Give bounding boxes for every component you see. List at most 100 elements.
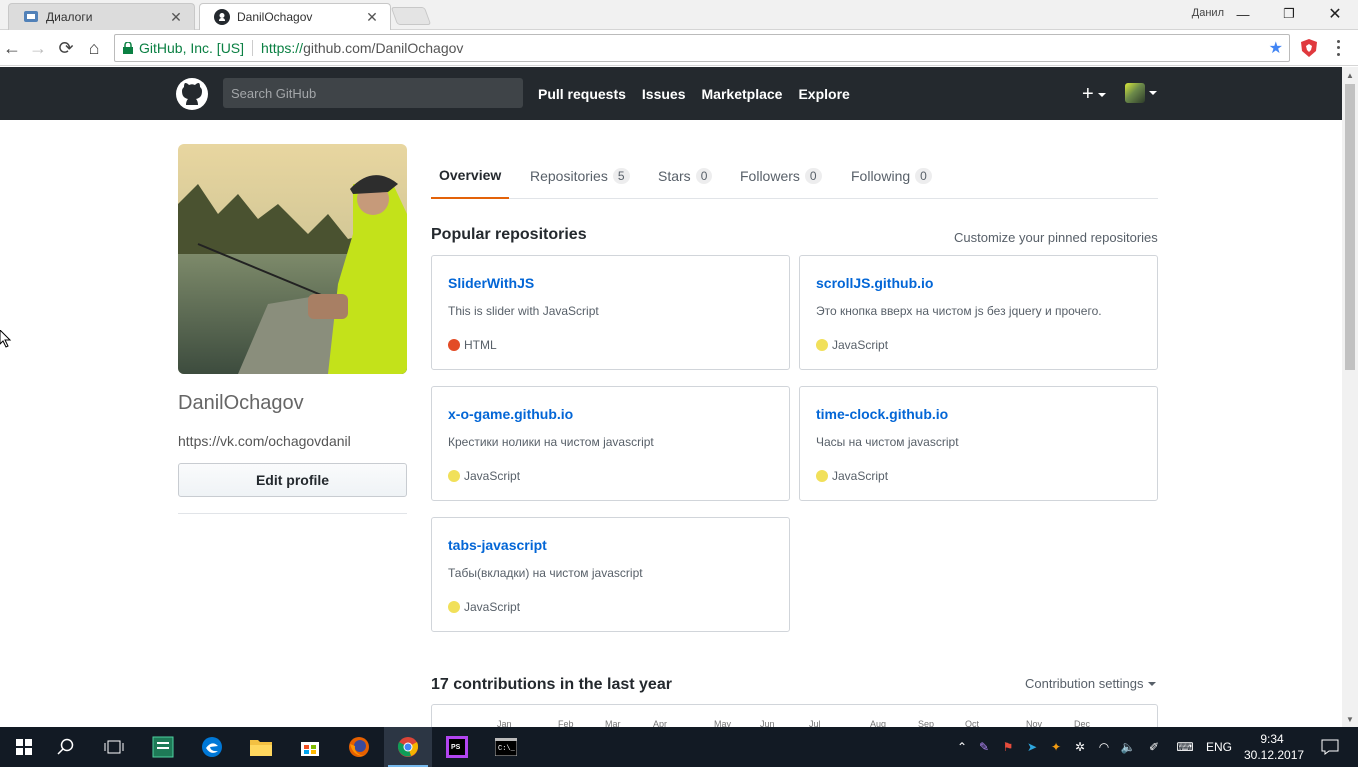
terminal-icon[interactable]: C:\_ [482,727,530,767]
customize-pinned-link[interactable]: Customize your pinned repositories [954,230,1158,245]
store-icon[interactable] [286,727,334,767]
scrollbar-thumb[interactable] [1345,84,1355,370]
nav-issues[interactable]: Issues [642,86,686,102]
action-center-icon[interactable] [1306,727,1354,767]
taskbar-clock[interactable]: 9:34 30.12.2017 [1244,731,1304,763]
contribution-settings-dropdown[interactable]: Contribution settings [1025,676,1156,691]
browser-tab-danilochagov[interactable]: DanilOchagov ✕ [199,3,391,30]
pen-icon[interactable]: ✐ [1140,740,1168,754]
contributions-title: 17 contributions in the last year [431,676,672,693]
repo-name-link[interactable]: tabs-javascript [448,537,547,553]
caret-down-icon [1097,92,1106,97]
bookmark-star-icon[interactable]: ★ [1269,38,1283,58]
back-arrow-icon[interactable]: ← [0,36,24,60]
nav-pull-requests[interactable]: Pull requests [538,86,626,102]
github-logo-icon[interactable] [176,78,208,110]
close-window-icon[interactable]: ✕ [1312,0,1358,28]
create-new-dropdown[interactable]: + [1082,83,1106,106]
github-header: Pull requests Issues Marketplace Explore… [0,67,1342,120]
close-tab-icon[interactable]: ✕ [168,9,184,25]
repo-description: Это кнопка вверх на чистом js без jquery… [816,304,1102,318]
profile-photo-image [178,144,407,374]
new-tab-button[interactable] [390,7,432,25]
tab-overview[interactable]: Overview [431,152,510,199]
wifi-icon[interactable]: ◠ [1092,740,1116,754]
minimize-window-icon[interactable]: — [1220,0,1266,28]
reload-icon[interactable]: ⟳ [54,36,78,60]
tab-count: 0 [804,167,822,184]
nav-explore[interactable]: Explore [798,86,849,102]
forward-arrow-icon[interactable]: → [26,36,50,60]
browser-tab-dialogs[interactable]: Диалоги ✕ [8,3,195,30]
address-bar[interactable]: GitHub, Inc. [US] https:// github.com/Da… [114,34,1290,62]
github-search-input[interactable] [223,78,523,108]
show-hidden-icons-icon[interactable]: ⌃ [952,740,972,754]
phpstorm-icon[interactable]: PS [433,727,481,767]
system-tray: ⌃ ✎ ⚑ ➤ ✦ ✲ ◠ 🔈 ✐ ⌨ ENG [952,727,1236,767]
repo-language: JavaScript [816,338,888,352]
app-window-icon[interactable] [139,727,187,767]
tab-stars[interactable]: Stars 0 [650,152,720,199]
input-language[interactable]: ENG [1202,740,1236,754]
browser-toolbar: ← → ⟳ ⌂ GitHub, Inc. [US] https:// githu… [0,30,1358,66]
repo-name-link[interactable]: x-o-game.github.io [448,406,573,422]
secure-label: GitHub, Inc. [US] [139,40,245,56]
firefox-icon[interactable] [335,727,383,767]
profile-website-link[interactable]: https://vk.com/ochagovdanil [178,433,351,449]
input-method-icon[interactable]: ✲ [1068,740,1092,754]
popular-repositories-title: Popular repositories [431,226,587,243]
feather-app-icon[interactable]: ✎ [972,740,996,754]
windows-start-icon[interactable] [0,727,48,767]
plus-icon: + [1082,83,1094,105]
language-color-dot [448,339,460,351]
flag-app-icon[interactable]: ⚑ [996,740,1020,754]
browser-menu-icon[interactable] [1330,38,1346,58]
repo-language: JavaScript [448,469,520,483]
clock-time: 9:34 [1260,732,1284,746]
repo-name-link[interactable]: scrollJS.github.io [816,275,933,291]
scroll-up-icon[interactable]: ▲ [1342,67,1358,83]
touch-keyboard-icon[interactable]: ⌨ [1168,740,1202,754]
restore-window-icon[interactable]: ❐ [1266,0,1312,28]
repo-name-link[interactable]: time-clock.github.io [816,406,948,422]
edge-browser-icon[interactable] [188,727,236,767]
tab-count: 5 [612,167,630,184]
browser-tabstrip: Диалоги ✕ DanilOchagov ✕ Данил — ❐ ✕ [0,0,1358,30]
mouse-cursor-icon [0,330,12,348]
user-menu-dropdown[interactable] [1125,83,1157,103]
caret-down-icon [1147,681,1156,686]
telegram-icon[interactable]: ➤ [1020,740,1044,754]
metamask-fox-icon[interactable]: ✦ [1044,740,1068,754]
repo-description: Крестики нолики на чистом javascript [448,435,654,449]
pinned-repo-card: x-o-game.github.io Крестики нолики на чи… [431,386,790,501]
nav-marketplace[interactable]: Marketplace [702,86,783,102]
pinned-repo-card: SliderWithJS This is slider with JavaScr… [431,255,790,370]
home-icon[interactable]: ⌂ [82,36,106,60]
repo-language: JavaScript [816,469,888,483]
edit-profile-button[interactable]: Edit profile [178,463,407,497]
chrome-icon[interactable] [384,727,432,767]
profile-avatar[interactable] [178,144,407,374]
url-path: github.com/DanilOchagov [303,40,464,56]
security-indicator[interactable]: GitHub, Inc. [US] [115,40,244,56]
profile-username: DanilOchagov [178,392,304,414]
task-view-icon[interactable] [90,727,138,767]
shield-extension-icon[interactable] [1300,38,1318,58]
lock-icon [123,42,133,54]
tab-following[interactable]: Following 0 [843,152,940,199]
pinned-repo-card: time-clock.github.io Часы на чистом java… [799,386,1158,501]
volume-icon[interactable]: 🔈 [1116,740,1140,754]
file-explorer-icon[interactable] [237,727,285,767]
repo-name-link[interactable]: SliderWithJS [448,275,534,291]
omnibox-divider [252,40,254,56]
repo-language: HTML [448,338,497,352]
close-tab-icon[interactable]: ✕ [364,9,380,25]
tab-followers[interactable]: Followers 0 [732,152,830,199]
search-icon[interactable] [42,727,90,767]
tab-repositories[interactable]: Repositories 5 [522,152,638,199]
github-main-nav: Pull requests Issues Marketplace Explore [538,67,866,120]
sidebar-divider [178,513,407,514]
svg-text:PS: PS [451,744,461,751]
svg-text:C:\_: C:\_ [498,745,516,753]
scroll-down-icon[interactable]: ▼ [1342,711,1358,727]
